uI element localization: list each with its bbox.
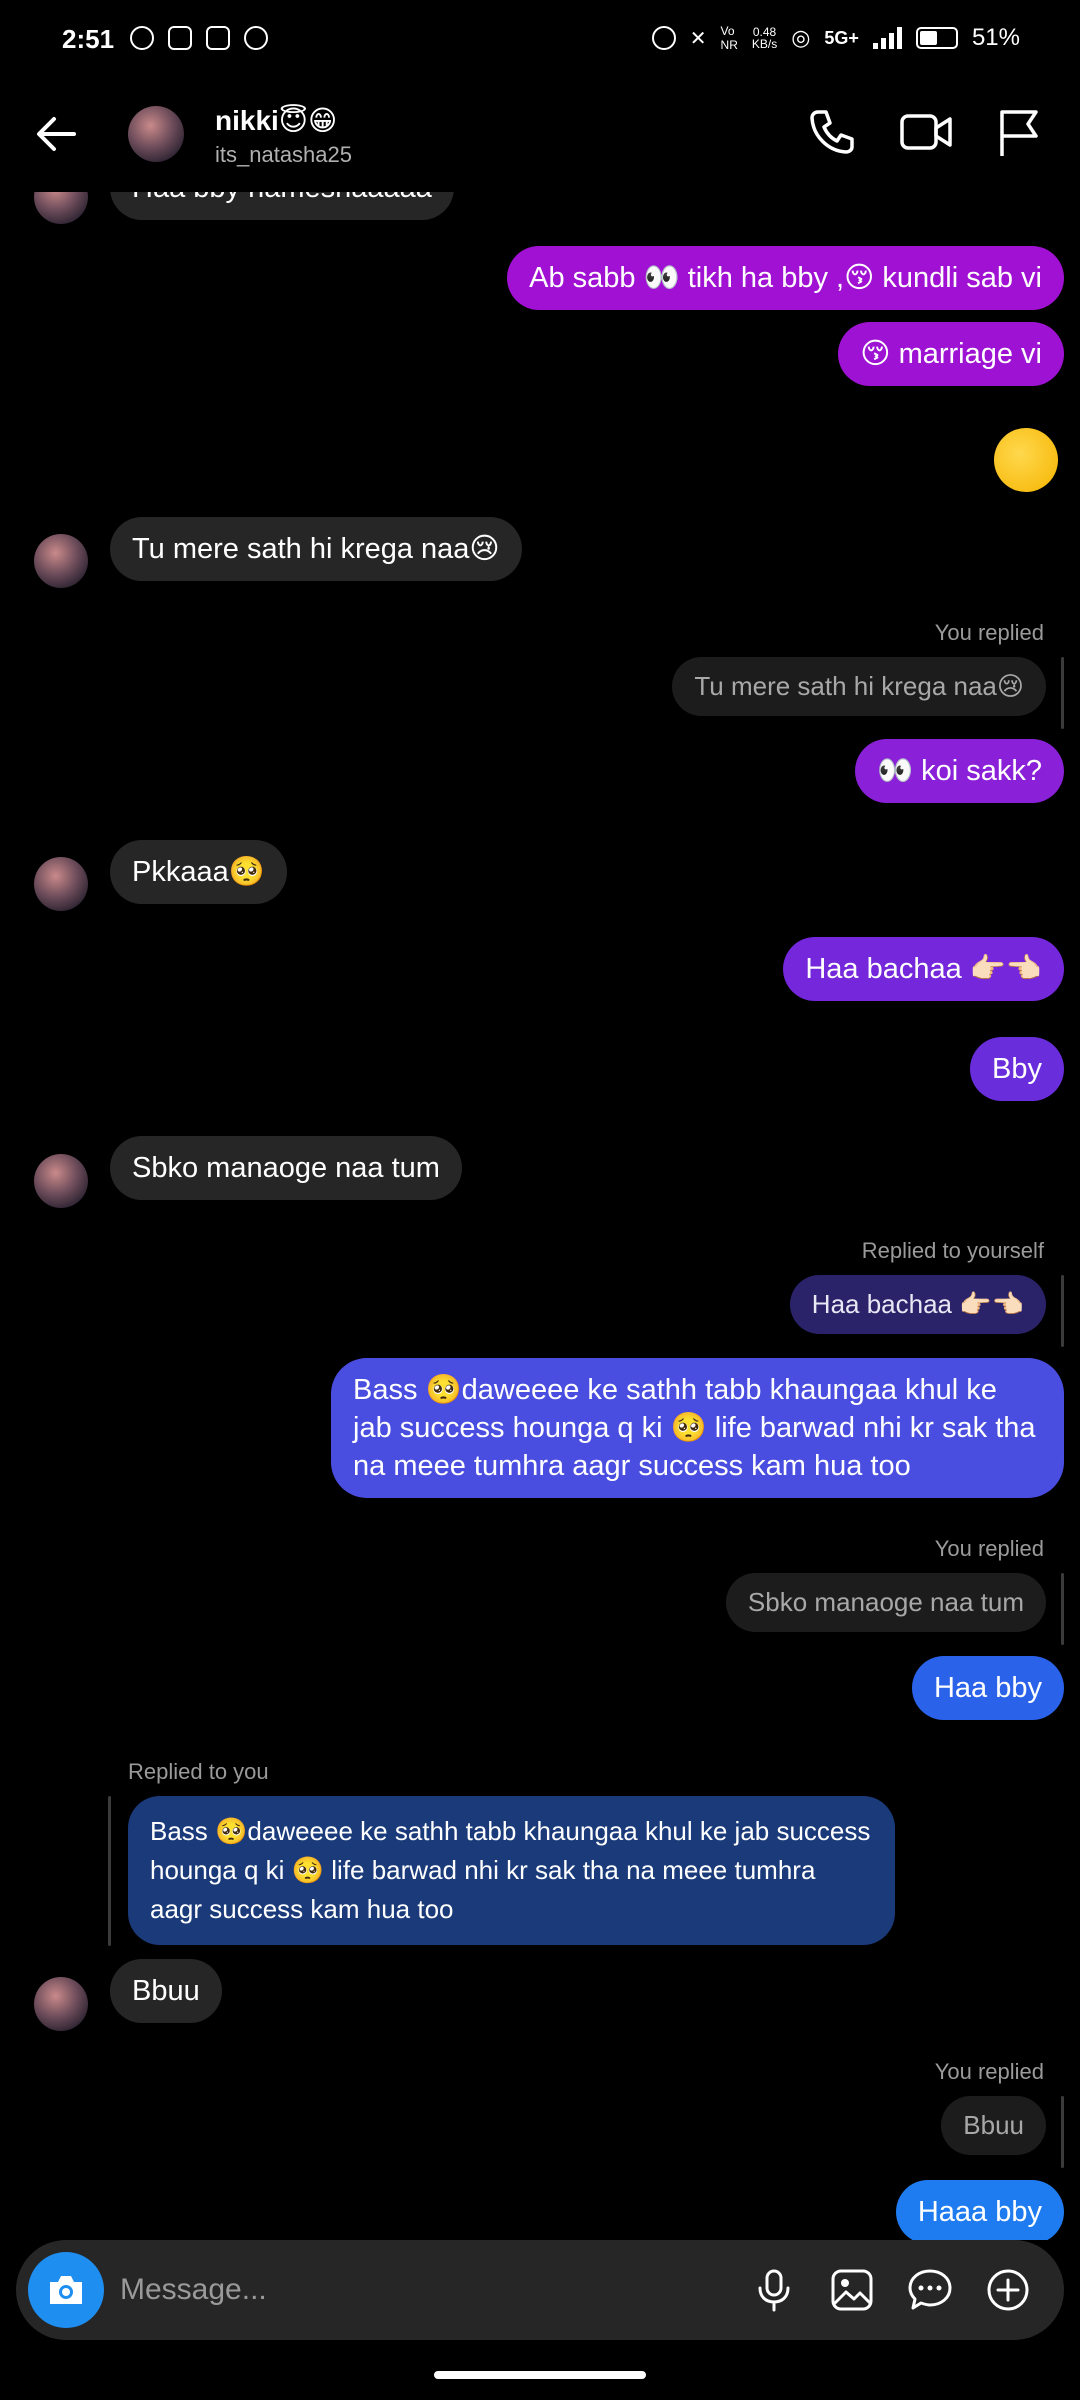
volte-icon: Vo NR xyxy=(720,24,738,52)
reply-label: Replied to yourself xyxy=(861,1238,1044,1263)
plus-icon[interactable] xyxy=(984,2266,1032,2314)
quote-bar xyxy=(1061,2096,1064,2168)
message-composer xyxy=(16,2240,1064,2340)
status-bar: 2:51 ✕ Vo NR 0.48 KB/s ◎ 5G+ 51% xyxy=(0,0,1080,80)
quote-bar xyxy=(1061,1275,1064,1347)
hotspot-icon: ◎ xyxy=(791,25,811,50)
message-input[interactable] xyxy=(120,2268,720,2312)
sent-message[interactable]: Bass 🥺daweeee ke sathh tabb khaungaa khu… xyxy=(331,1358,1064,1498)
sent-emoji-message[interactable] xyxy=(994,428,1058,492)
sent-message[interactable]: Haa bachaa 👉🏻👈🏻 xyxy=(783,937,1064,1001)
message-list[interactable]: Haa bby hameshaaaaa Ab sabb 👀 tikh ha bb… xyxy=(0,192,1080,2240)
received-message[interactable]: Haa bby hameshaaaaa xyxy=(110,192,454,220)
chat-header: nikki😇😁 its_natasha25 xyxy=(0,80,1080,192)
back-arrow-icon[interactable] xyxy=(30,108,82,160)
reply-label: You replied xyxy=(934,620,1044,645)
video-icon[interactable] xyxy=(898,104,954,160)
home-indicator[interactable] xyxy=(434,2371,646,2379)
received-message[interactable]: Bbuu xyxy=(110,1959,222,2023)
sent-message[interactable]: Haaa bby xyxy=(895,2180,1064,2240)
gallery-icon[interactable] xyxy=(828,2266,876,2314)
sender-avatar xyxy=(34,1977,88,2031)
sent-message[interactable]: 👀 koi sakk? xyxy=(854,739,1064,803)
received-message[interactable]: Pkkaaa🥺 xyxy=(110,840,287,904)
mute-icon: ✕ xyxy=(689,27,707,50)
battery-percent: 51% xyxy=(971,24,1020,51)
quoted-message[interactable]: Haa bachaa 👉🏻👈🏻 xyxy=(789,1275,1046,1334)
network-speed: 0.48 KB/s xyxy=(751,25,778,51)
alarm-icon xyxy=(651,26,676,50)
contact-username[interactable]: its_natasha25 xyxy=(215,142,352,168)
sticker-icon[interactable] xyxy=(906,2266,954,2314)
battery-icon xyxy=(915,27,958,49)
phone-icon[interactable] xyxy=(804,104,860,160)
sent-message[interactable]: 😚 marriage vi xyxy=(838,322,1064,386)
camera-icon xyxy=(50,2276,82,2304)
instagram-icon xyxy=(168,26,192,50)
quoted-message[interactable]: Tu mere sath hi krega naa😢 xyxy=(672,657,1046,716)
status-right: ✕ Vo NR 0.48 KB/s ◎ 5G+ 51% xyxy=(651,24,1020,52)
microphone-icon[interactable] xyxy=(750,2266,798,2314)
sent-message[interactable]: Ab sabb 👀 tikh ha bby ,😚 kundli sab vi xyxy=(507,246,1064,310)
sender-avatar xyxy=(34,192,88,224)
snapchat-icon xyxy=(130,26,154,50)
received-message[interactable]: Tu mere sath hi krega naa😢 xyxy=(110,517,522,581)
sender-avatar xyxy=(34,857,88,911)
received-message[interactable]: Sbko manaoge naa tum xyxy=(110,1136,462,1200)
quoted-message[interactable]: Sbko manaoge naa tum xyxy=(725,1573,1046,1632)
reply-label: Replied to you xyxy=(128,1759,269,1784)
sent-message[interactable]: Haa bby xyxy=(911,1656,1064,1720)
notification-icons xyxy=(130,26,268,50)
reply-label: You replied xyxy=(934,2059,1044,2084)
quote-bar xyxy=(1061,657,1064,729)
contact-name[interactable]: nikki😇😁 xyxy=(215,104,337,137)
sender-avatar xyxy=(34,1154,88,1208)
signal-icon xyxy=(872,27,902,49)
status-time: 2:51 xyxy=(62,24,115,54)
quote-bar xyxy=(108,1796,111,1946)
quoted-message[interactable]: Bbuu xyxy=(941,2096,1046,2155)
reply-label: You replied xyxy=(934,1536,1044,1561)
quoted-message[interactable]: Bass 🥺daweeee ke sathh tabb khaungaa khu… xyxy=(128,1796,895,1945)
sent-message[interactable]: Bby xyxy=(970,1037,1064,1101)
flag-icon[interactable] xyxy=(990,104,1046,160)
sender-avatar xyxy=(34,534,88,588)
wifi-call-icon xyxy=(244,26,268,50)
network-type: 5G+ xyxy=(824,27,859,48)
contact-avatar[interactable] xyxy=(128,106,184,162)
quote-bar xyxy=(1061,1573,1064,1645)
camera-button[interactable] xyxy=(28,2252,104,2328)
instagram-icon-2 xyxy=(206,26,230,50)
